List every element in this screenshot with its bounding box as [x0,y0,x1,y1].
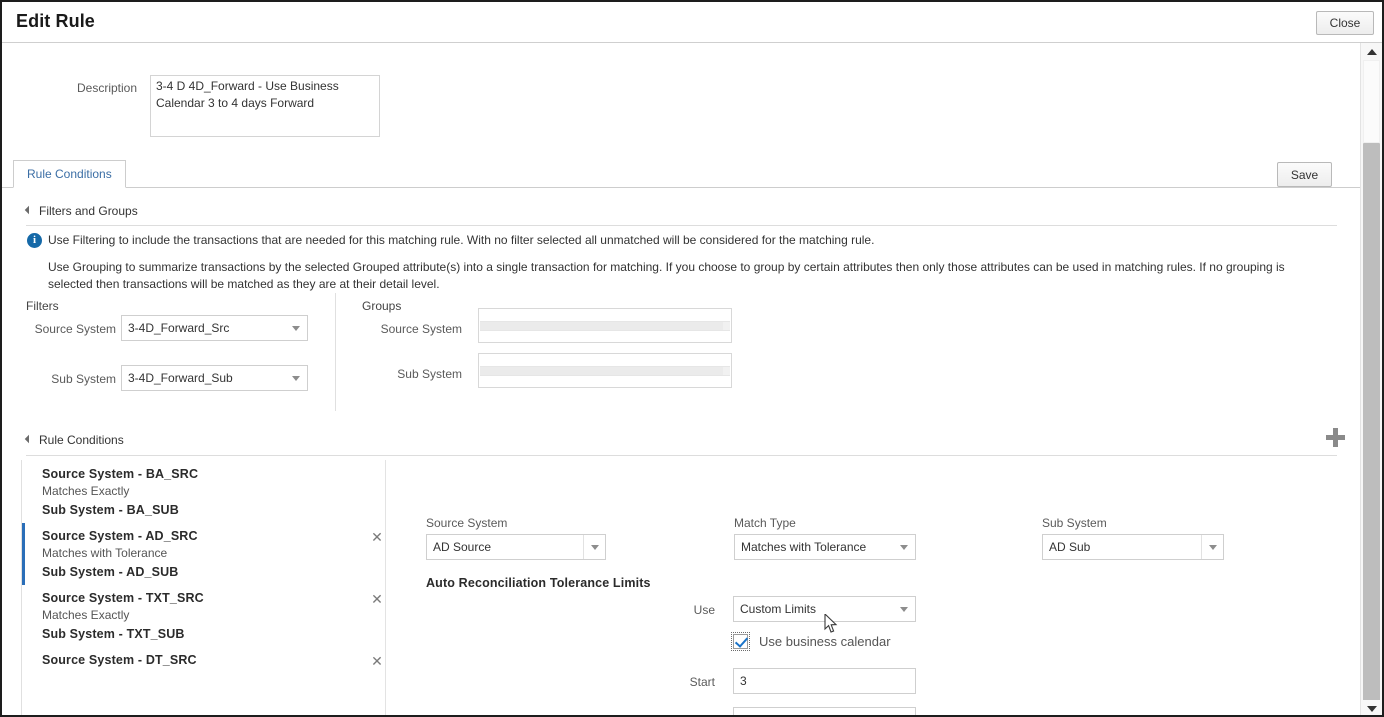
tolerance-limits-title: Auto Reconciliation Tolerance Limits [426,576,651,590]
filters-groups-divider [335,293,336,411]
condition-source-line: Source System - TXT_SRC [42,591,204,605]
divider [26,455,1337,456]
condition-match-type: Matches Exactly [42,484,130,498]
scrollbar-thumb[interactable] [1363,143,1380,703]
groups-heading: Groups [362,299,402,313]
filter-sub-system-value: 3-4D_Forward_Sub [128,371,233,385]
condition-sub-line: Sub System - TXT_SUB [42,627,185,641]
start-label: Start [689,675,715,689]
filter-sub-system-dropdown[interactable]: 3-4D_Forward_Sub [121,365,308,391]
list-item[interactable]: ✕ Source System - TXT_SRC Matches Exactl… [22,585,385,647]
tab-strip: Rule Conditions [2,155,1360,189]
chevron-down-icon [893,535,915,559]
detail-match-type-group: Match Type Matches with Tolerance [734,516,916,560]
use-limits-dropdown[interactable]: Custom Limits [733,596,916,622]
use-limits-value: Custom Limits [740,602,817,616]
list-item[interactable]: ✕ Source System - AD_SRC Matches with To… [22,523,385,585]
tab-rule-conditions[interactable]: Rule Conditions [13,160,126,188]
save-button[interactable]: Save [1277,162,1332,187]
detail-source-system-value: AD Source [433,540,492,554]
detail-match-type-dropdown[interactable]: Matches with Tolerance [734,534,916,560]
description-label: Description [77,81,138,95]
filter-source-system-label: Source System [34,322,116,336]
close-button[interactable]: Close [1316,11,1374,35]
detail-match-type-value: Matches with Tolerance [741,540,867,554]
detail-sub-system-label: Sub System [1042,516,1107,530]
filters-heading: Filters [26,299,59,313]
detail-match-type-label: Match Type [734,516,796,530]
scrollbar-thumb[interactable] [480,367,723,375]
start-input[interactable] [733,668,916,694]
detail-sub-system-value: AD Sub [1049,540,1091,554]
end-input[interactable] [733,707,916,715]
section-title-filters-and-groups: Filters and Groups [39,204,138,218]
scroll-down-arrow-icon[interactable] [1361,700,1382,715]
use-business-calendar-checkbox[interactable] [731,632,750,651]
detail-source-system-label: Source System [426,516,508,530]
edit-rule-dialog: Edit Rule Close Description Rule Conditi… [0,0,1384,717]
info-icon: i [27,233,42,248]
remove-condition-close-icon[interactable]: ✕ [369,529,385,545]
remove-condition-close-icon[interactable]: ✕ [369,591,385,607]
scrollbar-thumb[interactable] [480,322,723,330]
use-label: Use [693,603,715,617]
section-title-rule-conditions: Rule Conditions [39,433,124,447]
detail-source-system-dropdown[interactable]: AD Source [426,534,606,560]
condition-source-line: Source System - BA_SRC [42,467,199,481]
page-title: Edit Rule [16,11,95,31]
detail-sub-system-dropdown[interactable]: AD Sub [1042,534,1224,560]
scroll-up-arrow-icon[interactable] [1361,43,1382,60]
collapse-triangle-icon [24,205,34,215]
description-field-row: Description [2,43,1360,149]
tab-underline [2,187,1360,188]
horizontal-scrollbar[interactable] [480,366,730,376]
condition-sub-line: Sub System - AD_SUB [42,565,179,579]
collapse-triangle-icon [24,434,34,444]
section-header-rule-conditions[interactable]: Rule Conditions [24,433,124,447]
condition-match-type: Matches Exactly [42,608,130,622]
filter-sub-system-label: Sub System [51,372,116,386]
group-source-system-label: Source System [380,322,462,336]
detail-source-system-group: Source System AD Source [426,516,606,560]
detail-sub-system-group: Sub System AD Sub [1042,516,1224,560]
condition-match-type: Matches with Tolerance [42,546,168,560]
horizontal-scrollbar[interactable] [480,321,730,331]
group-source-system-listbox[interactable] [478,308,732,343]
section-header-filters-and-groups[interactable]: Filters and Groups [24,204,138,218]
info-text-grouping: Use Grouping to summarize transactions b… [48,260,1285,291]
chevron-down-icon [1201,535,1223,559]
group-sub-system-label: Sub System [397,367,462,381]
group-sub-system-listbox[interactable] [478,353,732,388]
dialog-titlebar: Edit Rule Close [2,2,1382,43]
rule-condition-list: Source System - BA_SRC Matches Exactly S… [22,461,385,715]
condition-source-line: Source System - AD_SRC [42,529,198,543]
filter-source-system-dropdown[interactable]: 3-4D_Forward_Src [121,315,308,341]
vertical-scrollbar[interactable] [1360,43,1382,715]
condition-sub-line: Sub System - BA_SUB [42,503,179,517]
list-item[interactable]: ✕ Source System - DT_SRC [22,647,385,673]
info-text-filtering: Use Filtering to include the transaction… [48,233,875,247]
remove-condition-close-icon[interactable]: ✕ [369,653,385,669]
divider [26,225,1337,226]
list-item[interactable]: Source System - BA_SRC Matches Exactly S… [22,461,385,523]
use-business-calendar-label[interactable]: Use business calendar [759,634,891,649]
use-business-calendar-row: Use business calendar [731,632,891,651]
chevron-down-icon [285,316,307,340]
scrollbar-track[interactable] [1363,60,1380,143]
rule-conditions-column-divider [385,460,386,715]
condition-source-line: Source System - DT_SRC [42,653,197,667]
dialog-content: Description Rule Conditions Save Filters… [2,43,1360,715]
description-textarea[interactable] [150,75,380,137]
chevron-down-icon [583,535,605,559]
chevron-down-icon [285,366,307,390]
add-condition-plus-icon[interactable] [1325,427,1345,447]
filter-source-system-value: 3-4D_Forward_Src [128,321,230,335]
chevron-down-icon [893,597,915,621]
